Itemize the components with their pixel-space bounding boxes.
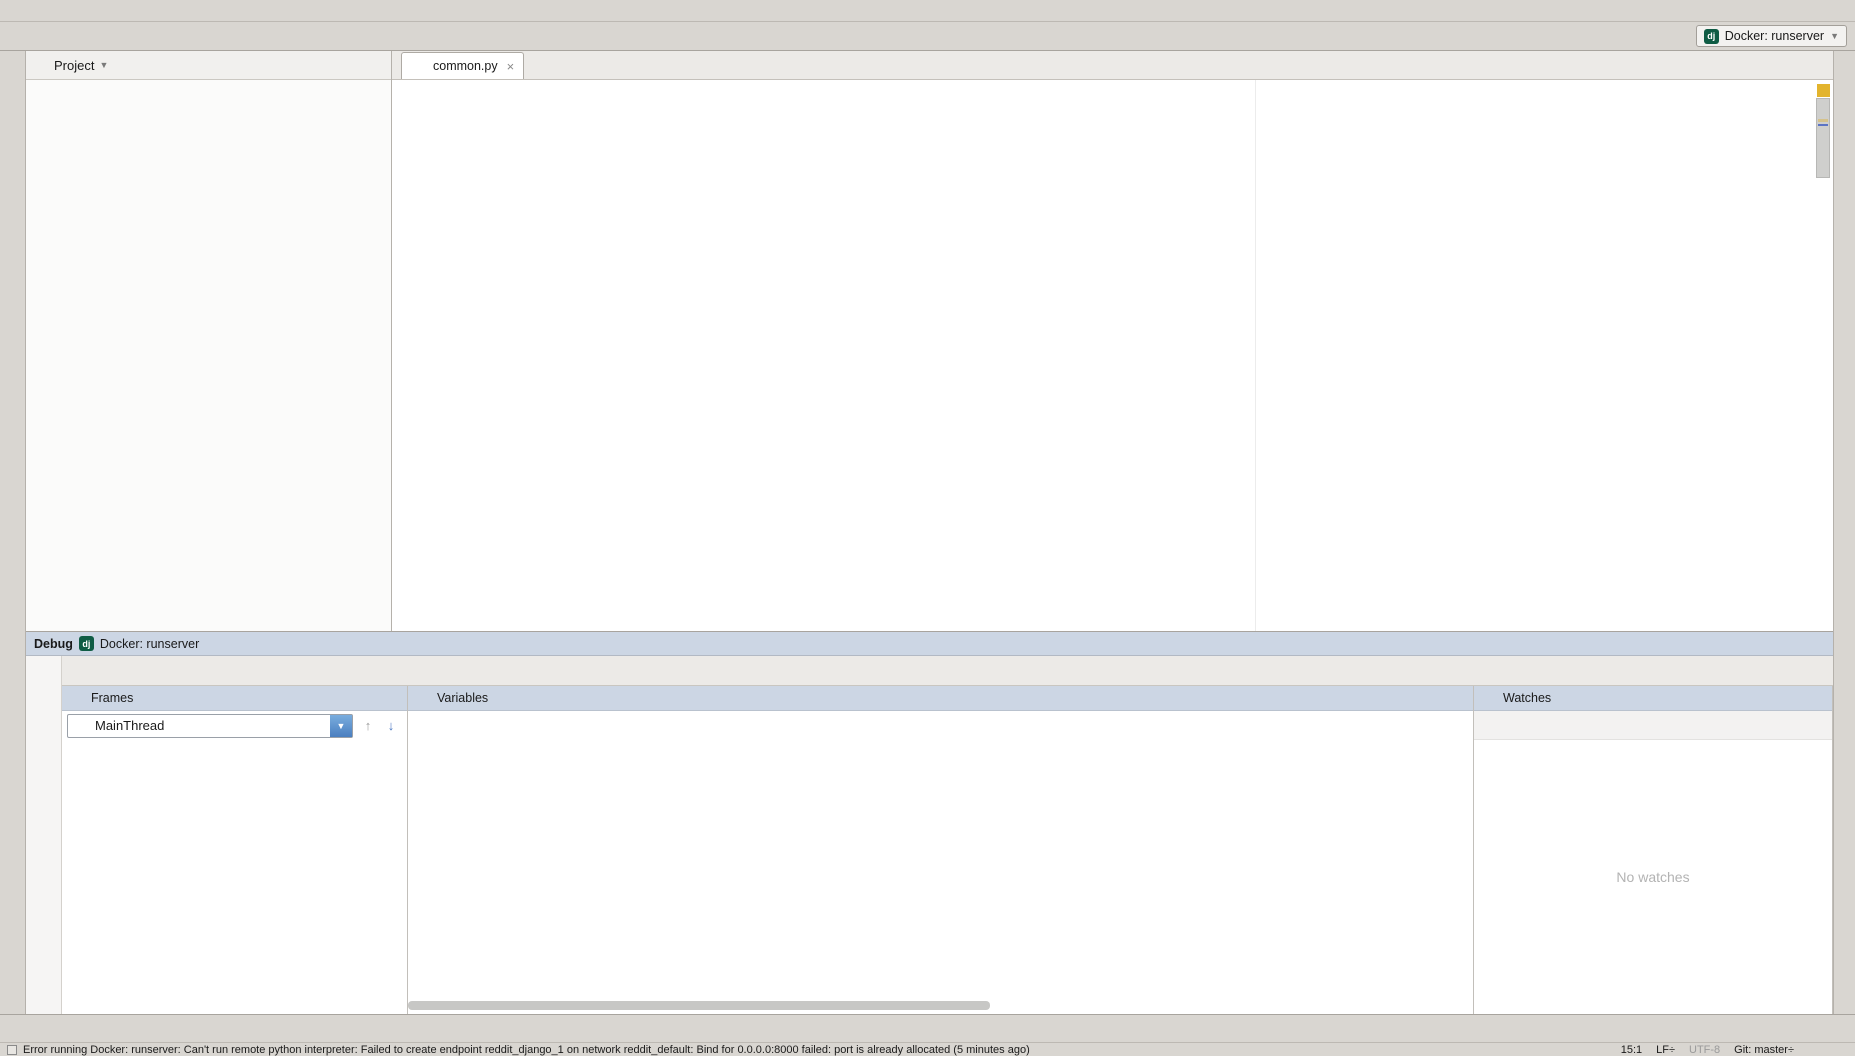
lock-icon[interactable] bbox=[1808, 1043, 1821, 1056]
editor-tab-title: common.py bbox=[433, 59, 498, 73]
variables-list bbox=[408, 711, 1473, 1014]
status-square-icon bbox=[7, 1045, 17, 1055]
editor-tab-common-py[interactable]: common.py × bbox=[401, 52, 524, 79]
variables-panel-header: Variables bbox=[408, 686, 1473, 711]
ide-window: { "colors":{"selection_blue":"#2e65bd","… bbox=[0, 0, 1855, 1056]
scrollbar-mark bbox=[1818, 124, 1828, 126]
frame-down-icon[interactable]: ↓ bbox=[383, 718, 399, 734]
django-icon: dj bbox=[79, 636, 94, 651]
no-watches-message: No watches bbox=[1474, 740, 1832, 1014]
close-tab-icon[interactable]: × bbox=[507, 59, 515, 74]
frames-list bbox=[62, 740, 407, 1014]
frames-title: Frames bbox=[91, 691, 133, 705]
right-margin-guide bbox=[1255, 80, 1256, 631]
run-toolbar: dj Docker: runserver ▼ bbox=[1696, 25, 1847, 47]
debug-actions-toolbar bbox=[26, 656, 62, 1014]
debug-toolwindow: Debug dj Docker: runserver Frames bbox=[26, 631, 1833, 1014]
status-error-message: Error running Docker: runserver: Can't r… bbox=[23, 1044, 1030, 1056]
watches-panel-header: Watches bbox=[1474, 686, 1832, 711]
caret-position-widget[interactable]: 15:1 bbox=[1621, 1044, 1642, 1056]
hide-debug-panel-icon[interactable] bbox=[1809, 636, 1825, 652]
variables-horizontal-scrollbar[interactable] bbox=[408, 1001, 990, 1010]
project-panel: Project ▼ bbox=[26, 51, 392, 631]
toolwindow-bar bbox=[0, 1014, 1855, 1042]
code-area[interactable] bbox=[392, 80, 1833, 631]
status-bar: Error running Docker: runserver: Can't r… bbox=[0, 1042, 1855, 1056]
chevron-down-icon: ▼ bbox=[1830, 31, 1839, 41]
editor-scrollbar[interactable] bbox=[1816, 98, 1830, 178]
right-toolwindow-stripe bbox=[1833, 51, 1855, 1014]
variables-title: Variables bbox=[437, 691, 488, 705]
frame-up-icon[interactable]: ↑ bbox=[360, 718, 376, 734]
editor: common.py × bbox=[392, 51, 1833, 631]
navigation-toolbar: dj Docker: runserver ▼ bbox=[0, 22, 1855, 51]
project-pane-icon bbox=[33, 57, 49, 73]
watches-toolbar bbox=[1474, 711, 1832, 740]
debug-config-name: Docker: runserver bbox=[100, 637, 199, 651]
debug-toolwindow-header: Debug dj Docker: runserver bbox=[26, 632, 1833, 656]
status-message-area[interactable]: Error running Docker: runserver: Can't r… bbox=[7, 1044, 1613, 1056]
debug-title: Debug bbox=[34, 637, 73, 651]
project-panel-title: Project bbox=[54, 58, 94, 73]
variables-icon bbox=[415, 690, 431, 706]
django-icon: dj bbox=[1704, 29, 1719, 44]
debugger-tab-bar bbox=[62, 656, 1833, 686]
left-toolwindow-stripe bbox=[0, 51, 26, 1014]
line-separator-widget[interactable]: LF÷ bbox=[1656, 1044, 1675, 1056]
watches-icon bbox=[1481, 690, 1497, 706]
git-branch-widget[interactable]: Git: master÷ bbox=[1734, 1044, 1794, 1056]
chevron-down-icon[interactable]: ▼ bbox=[99, 60, 108, 70]
file-status-marker bbox=[1817, 84, 1830, 97]
status-widgets: 15:1 LF÷ UTF-8 Git: master÷ bbox=[1621, 1043, 1848, 1056]
watches-title: Watches bbox=[1503, 691, 1551, 705]
run-configuration-label: Docker: runserver bbox=[1725, 29, 1824, 43]
thread-dropdown[interactable]: MainThread ▼ bbox=[67, 714, 353, 738]
inspections-icon[interactable] bbox=[1835, 1043, 1848, 1056]
thread-dropdown-button[interactable]: ▼ bbox=[330, 715, 352, 737]
project-panel-header: Project ▼ bbox=[26, 51, 391, 80]
hide-frames-icon[interactable] bbox=[384, 690, 400, 706]
thread-icon bbox=[73, 718, 89, 734]
debug-settings-icon[interactable] bbox=[1787, 636, 1803, 652]
project-tree bbox=[26, 80, 391, 631]
scrollbar-mark bbox=[1818, 119, 1828, 122]
frames-panel-header: Frames bbox=[62, 686, 407, 711]
thread-name: MainThread bbox=[95, 718, 164, 733]
frames-panel: Frames MainThread ▼ ↑ bbox=[62, 686, 408, 1014]
hide-watches-icon[interactable] bbox=[1809, 690, 1825, 706]
thread-selector-row: MainThread ▼ ↑ ↓ bbox=[62, 711, 407, 740]
python-file-icon bbox=[411, 58, 427, 74]
encoding-widget[interactable]: UTF-8 bbox=[1689, 1044, 1720, 1056]
run-configuration-select[interactable]: dj Docker: runserver ▼ bbox=[1696, 25, 1847, 47]
hide-variables-icon[interactable] bbox=[1450, 690, 1466, 706]
editor-tab-bar: common.py × bbox=[392, 51, 1833, 80]
frames-icon bbox=[69, 690, 85, 706]
menu-bar bbox=[0, 0, 1855, 22]
variables-panel: Variables bbox=[408, 686, 1474, 1014]
watches-panel: Watches No watches bbox=[1474, 686, 1833, 1014]
